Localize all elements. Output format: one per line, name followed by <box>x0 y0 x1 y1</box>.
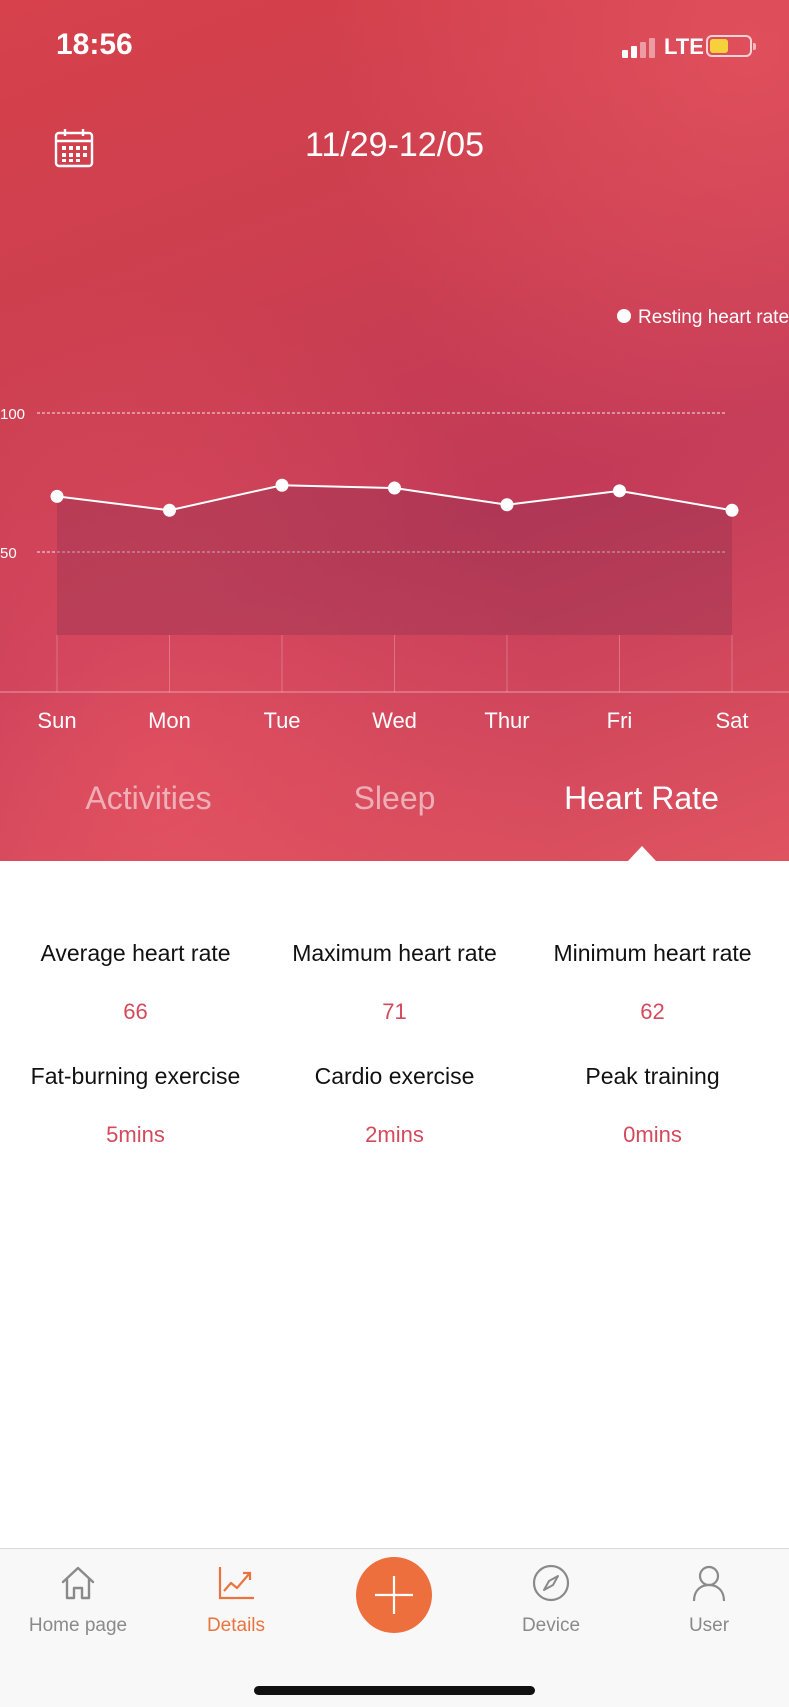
x-tick-label: Mon <box>148 708 191 733</box>
plus-icon <box>375 1576 413 1614</box>
x-tick-label: Wed <box>372 708 417 733</box>
stat-label: Cardio exercise <box>314 1063 475 1089</box>
stat-fat-burning-exercise: Fat-burning exercise 5mins <box>4 1063 267 1148</box>
tab-heart-rate[interactable]: Heart Rate <box>510 780 773 817</box>
hero-header: 18:56 LTE 11/29-12/05 Resting heart rate… <box>0 0 789 861</box>
tab-sleep[interactable]: Sleep <box>263 780 526 817</box>
battery-icon <box>706 35 756 57</box>
stat-label: Peak training <box>585 1063 720 1089</box>
x-tick-label: Fri <box>607 708 633 733</box>
y-tick-label: 100 <box>0 406 25 423</box>
tabbar-label: Details <box>206 1615 266 1636</box>
stat-value: 66 <box>123 999 148 1024</box>
data-point <box>163 503 176 517</box>
stat-maximum-heart-rate: Maximum heart rate 71 <box>263 940 526 1025</box>
tabbar-device[interactable]: Device <box>481 1563 621 1637</box>
stats-row: Average heart rate 66 Maximum heart rate… <box>0 940 789 1060</box>
x-tick-label: Thur <box>484 708 529 733</box>
stat-value: 2mins <box>365 1122 424 1147</box>
stat-label: Average heart rate <box>40 940 231 966</box>
tabbar-label: Device <box>521 1615 581 1636</box>
stat-value: 5mins <box>106 1122 165 1147</box>
y-tick-label: 50 <box>0 545 17 562</box>
tabbar-label: Home page <box>28 1615 128 1636</box>
data-point <box>725 503 739 517</box>
home-icon <box>61 1566 95 1600</box>
status-time: 18:56 <box>56 28 133 61</box>
tabbar-details[interactable]: Details <box>166 1563 306 1637</box>
category-tabs: Activities Sleep Heart Rate <box>0 780 789 861</box>
add-button[interactable] <box>356 1557 432 1633</box>
chart-line-icon <box>218 1567 254 1600</box>
signal-icon <box>622 38 656 58</box>
stat-value: 71 <box>382 999 407 1024</box>
series-area <box>57 485 732 635</box>
stat-value: 62 <box>640 999 665 1024</box>
network-label: LTE <box>664 34 704 59</box>
home-indicator <box>254 1686 535 1695</box>
x-tick-label: Tue <box>263 708 300 733</box>
tabbar-home[interactable]: Home page <box>8 1563 148 1637</box>
chart-canvas: Resting heart rate 100 50 Sun Mon Tue Wed Thur F… <box>0 307 789 733</box>
active-tab-indicator <box>628 846 656 861</box>
heart-rate-chart: Resting heart rate 100 50 Sun Mon Tue Wed Thur F… <box>0 290 789 750</box>
legend-label: Resting heart rate <box>638 307 789 328</box>
stat-label: Minimum heart rate <box>553 940 752 966</box>
data-point <box>613 484 626 498</box>
x-tick-label: Sat <box>715 708 748 733</box>
tabbar-label: User <box>688 1615 730 1636</box>
stats-row: Fat-burning exercise 5mins Cardio exerci… <box>0 1063 789 1183</box>
x-tick-label: Sun <box>37 708 76 733</box>
stat-label: Fat-burning exercise <box>30 1063 241 1089</box>
bottom-tab-bar: Home page Details Device User <box>0 1548 789 1707</box>
user-icon <box>692 1565 726 1602</box>
stat-cardio-exercise: Cardio exercise 2mins <box>263 1063 526 1148</box>
date-range-title[interactable]: 11/29-12/05 <box>0 126 789 165</box>
stat-minimum-heart-rate: Minimum heart rate 62 <box>521 940 784 1025</box>
stat-average-heart-rate: Average heart rate 66 <box>4 940 267 1025</box>
data-point <box>50 489 64 503</box>
compass-icon <box>532 1564 570 1602</box>
legend-marker <box>617 309 631 323</box>
stat-peak-training: Peak training 0mins <box>521 1063 784 1148</box>
data-point <box>500 498 514 512</box>
tabbar-user[interactable]: User <box>639 1563 779 1637</box>
status-bar: 18:56 LTE <box>0 0 789 95</box>
tab-activities[interactable]: Activities <box>17 780 280 817</box>
stat-label: Maximum heart rate <box>292 940 497 966</box>
stat-value: 0mins <box>623 1122 682 1147</box>
data-point <box>275 478 289 492</box>
data-point <box>388 481 401 495</box>
